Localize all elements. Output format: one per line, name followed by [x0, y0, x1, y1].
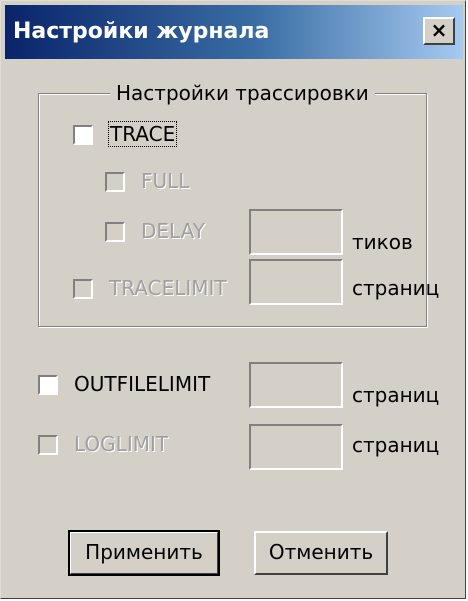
full-label[interactable]: FULL: [141, 169, 189, 193]
dialog-window: Настройки журнала × Настройки трассировк…: [0, 0, 466, 599]
outfilelimit-label[interactable]: OUTFILELIMIT: [74, 372, 210, 396]
tracelimit-input[interactable]: [249, 259, 343, 305]
loglimit-unit: страниц: [352, 433, 440, 457]
loglimit-label[interactable]: LOGLIMIT: [74, 432, 168, 456]
close-icon: ×: [430, 18, 448, 42]
delay-input[interactable]: [249, 209, 343, 255]
window-title: Настройки журнала: [13, 19, 270, 44]
delay-label[interactable]: DELAY: [141, 219, 205, 243]
cancel-button[interactable]: Отменить: [254, 531, 388, 575]
trace-settings-legend: Настройки трассировки: [110, 81, 375, 105]
outfilelimit-input[interactable]: [249, 362, 343, 408]
tracelimit-label[interactable]: TRACELIMIT: [109, 276, 227, 300]
trace-label[interactable]: TRACE: [107, 121, 178, 147]
full-checkbox[interactable]: [105, 172, 125, 192]
delay-checkbox[interactable]: [105, 222, 125, 242]
trace-checkbox[interactable]: [73, 125, 93, 145]
title-bar[interactable]: Настройки журнала ×: [5, 5, 463, 59]
outfilelimit-checkbox[interactable]: [38, 375, 58, 395]
outfilelimit-unit: страниц: [352, 383, 440, 407]
loglimit-input[interactable]: [249, 424, 343, 470]
loglimit-checkbox[interactable]: [38, 435, 58, 455]
delay-unit: тиков: [352, 230, 413, 254]
apply-button[interactable]: Применить: [68, 530, 220, 576]
close-button[interactable]: ×: [423, 17, 455, 45]
tracelimit-unit: страниц: [352, 276, 440, 300]
tracelimit-checkbox[interactable]: [73, 279, 93, 299]
